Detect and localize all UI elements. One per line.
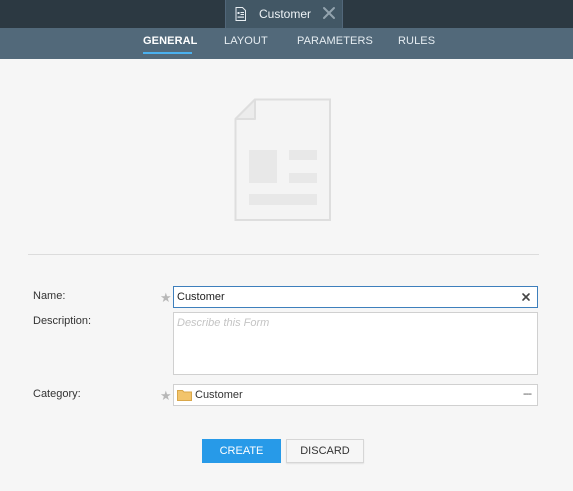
- category-value: Customer: [195, 389, 243, 401]
- required-star-icon: ★: [160, 388, 172, 403]
- more-options-icon[interactable]: ---: [523, 388, 532, 400]
- category-picker[interactable]: Customer ---: [173, 384, 538, 406]
- description-label: Description:: [33, 315, 92, 327]
- form-document-icon: [235, 7, 246, 21]
- tab-general[interactable]: GENERAL: [143, 35, 197, 47]
- section-nav-bar: GENERAL LAYOUT PARAMETERS RULES: [0, 28, 573, 59]
- description-input[interactable]: [174, 313, 537, 374]
- name-field[interactable]: [173, 286, 538, 308]
- create-button[interactable]: CREATE: [202, 439, 281, 463]
- form-document-illustration-icon: [234, 98, 331, 221]
- section-divider: [28, 254, 539, 255]
- folder-icon: [177, 390, 192, 401]
- discard-button[interactable]: DISCARD: [286, 439, 364, 463]
- tab-rules[interactable]: RULES: [398, 35, 435, 47]
- title-bar: Customer: [0, 0, 573, 28]
- clear-icon[interactable]: [520, 291, 532, 303]
- name-input[interactable]: [177, 289, 517, 305]
- description-field[interactable]: [173, 312, 538, 375]
- tab-parameters[interactable]: PARAMETERS: [297, 35, 373, 47]
- name-label: Name:: [33, 290, 66, 302]
- close-icon[interactable]: [321, 5, 337, 21]
- tab-title: Customer: [259, 7, 312, 21]
- active-tab-indicator: [143, 52, 192, 54]
- required-star-icon: ★: [160, 290, 172, 305]
- document-tab[interactable]: Customer: [225, 0, 343, 28]
- category-label: Category:: [33, 388, 81, 400]
- tab-layout[interactable]: LAYOUT: [224, 35, 268, 47]
